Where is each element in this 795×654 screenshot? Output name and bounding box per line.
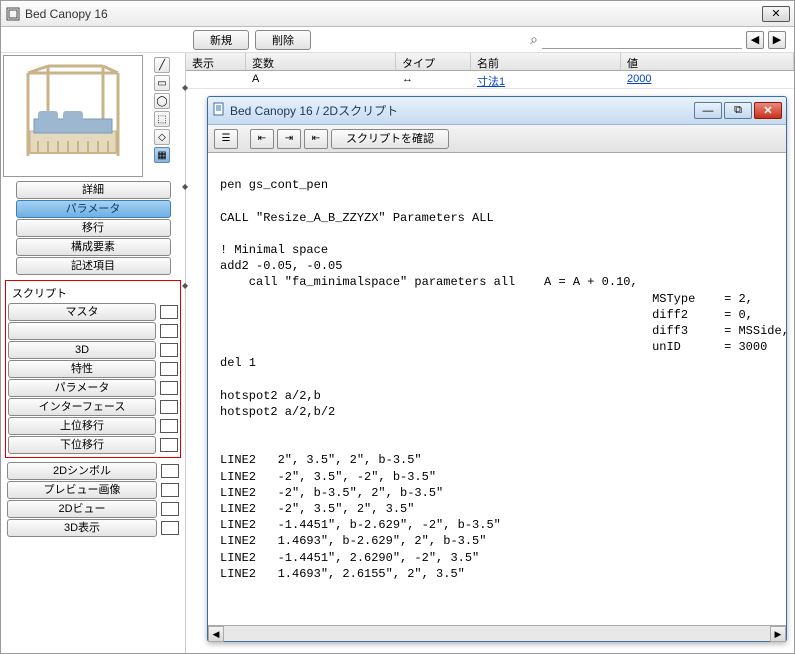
slot-upmig[interactable] [160,419,178,433]
nav-components[interactable]: 構成要素 [16,238,171,256]
slot-2dsymbol[interactable] [161,464,179,478]
script-close-button[interactable]: ✕ [754,102,782,119]
extra-preview[interactable]: プレビュー画像 [7,481,157,499]
close-button[interactable]: ✕ [762,6,790,22]
scroll-left-icon[interactable]: ◀ [208,626,224,642]
script-iface[interactable]: インターフェース [8,398,156,416]
horizontal-scrollbar[interactable]: ◀ ▶ [208,625,786,641]
new-button[interactable]: 新規 [193,30,249,50]
splitter-handle[interactable]: ◆◆◆ [182,83,188,290]
col-variable: 変数 [246,53,396,70]
minimize-button[interactable]: — [694,102,722,119]
nav-descitems[interactable]: 記述項目 [16,257,171,275]
script-3d[interactable]: 3D [8,341,156,359]
scroll-right-icon[interactable]: ▶ [770,626,786,642]
slot-downmig[interactable] [160,438,178,452]
script-props[interactable]: 特性 [8,360,156,378]
script-2d[interactable] [8,322,156,340]
script-group: スクリプト マスタ 3D 特性 パラメータ インターフェース 上位移行 下位移行 [5,280,181,458]
script-window-title: Bed Canopy 16 / 2Dスクリプト [226,102,694,119]
extra-2dview[interactable]: 2Dビュー [7,500,157,518]
param-header: 表示 変数 タイプ 名前 値 [186,53,794,71]
slot-2dview[interactable] [161,502,179,516]
extra-2dsymbol[interactable]: 2Dシンボル [7,462,157,480]
nav-detail[interactable]: 詳細 [16,181,171,199]
tb-indent-right-icon[interactable]: ⇥ [277,129,301,149]
tb-indent-left-icon[interactable]: ⇤ [304,129,328,149]
search-input[interactable] [542,31,742,49]
cell-display [186,71,246,88]
script-master[interactable]: マスタ [8,303,156,321]
chevron-left-icon: ◀ [751,33,759,46]
next-button[interactable]: ▶ [768,31,786,49]
slot-param[interactable] [160,381,178,395]
slot-props[interactable] [160,362,178,376]
tool-diamond-icon[interactable]: ◇ [154,129,170,145]
extra-3dview[interactable]: 3D表示 [7,519,157,537]
code-editor[interactable]: pen gs_cont_pen CALL "Resize_A_B_ZZYZX" … [208,153,786,625]
col-name: 名前 [471,53,621,70]
col-value: 値 [621,53,794,70]
close-icon: ✕ [763,104,772,117]
param-row[interactable]: A ↔ 寸法1 2000 [186,71,794,89]
prev-button[interactable]: ◀ [746,31,764,49]
col-display: 表示 [186,53,246,70]
doc-icon [212,102,226,119]
slot-iface[interactable] [160,400,178,414]
tool-rect-icon[interactable]: ▭ [154,75,170,91]
search-icon: ⌕ [530,31,538,48]
minimize-icon: — [703,105,714,117]
tb-outdent-icon[interactable]: ⇤ [250,129,274,149]
app-icon [5,6,21,22]
tool-grid-icon[interactable]: ▦ [154,147,170,163]
maximize-button[interactable]: ⧉ [724,102,752,119]
slot-2d[interactable] [160,324,178,338]
script-param[interactable]: パラメータ [8,379,156,397]
script-group-label: スクリプト [8,283,178,303]
close-icon: ✕ [771,7,780,20]
script-editor-window: Bed Canopy 16 / 2Dスクリプト — ⧉ ✕ ☰ ⇤ ⇥ ⇤ スク… [207,96,787,642]
cell-name[interactable]: 寸法1 [471,71,621,88]
script-upmig[interactable]: 上位移行 [8,417,156,435]
slot-3d[interactable] [160,343,178,357]
cell-value[interactable]: 2000 [621,71,794,88]
col-type: タイプ [396,53,471,70]
delete-button[interactable]: 削除 [255,30,311,50]
preview-image [3,55,143,177]
chevron-right-icon: ▶ [773,33,781,46]
cell-type-icon: ↔ [396,71,471,88]
nav-parameter[interactable]: パラメータ [16,200,171,218]
tool-cube-icon[interactable]: ⬚ [154,111,170,127]
tb-list-icon[interactable]: ☰ [214,129,238,149]
tool-line-icon[interactable]: ╱ [154,57,170,73]
window-title: Bed Canopy 16 [25,7,760,21]
slot-master[interactable] [160,305,178,319]
slot-3dview[interactable] [161,521,179,535]
tool-circle-icon[interactable]: ◯ [154,93,170,109]
slot-preview[interactable] [161,483,179,497]
check-script-button[interactable]: スクリプトを確認 [331,129,449,149]
nav-migrate[interactable]: 移行 [16,219,171,237]
maximize-icon: ⧉ [734,104,742,117]
cell-variable: A [246,71,396,88]
script-downmig[interactable]: 下位移行 [8,436,156,454]
